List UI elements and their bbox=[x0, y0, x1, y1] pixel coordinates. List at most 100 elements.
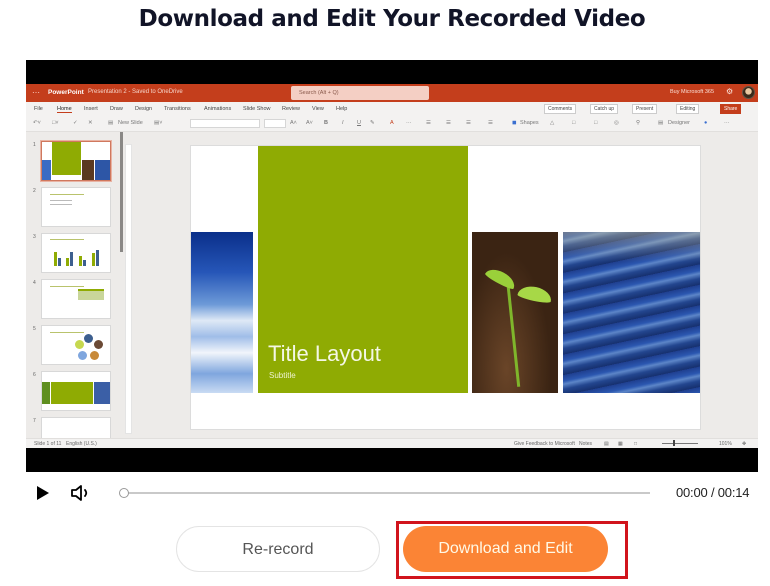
ppt-tab-review: Review bbox=[282, 106, 301, 112]
play-icon bbox=[37, 486, 49, 500]
notes-button: Notes bbox=[579, 441, 593, 447]
ppt-tab-slide-show: Slide Show bbox=[243, 106, 271, 112]
water-image bbox=[563, 232, 700, 393]
volume-icon bbox=[71, 485, 88, 501]
ppt-tab-draw: Draw bbox=[110, 106, 123, 112]
ppt-new-slide-label: New Slide bbox=[118, 120, 143, 126]
avatar bbox=[742, 86, 755, 99]
sprout-image bbox=[472, 232, 558, 393]
ppt-search-box: Search (Alt + Q) bbox=[291, 86, 429, 100]
thumbnail-number: 5 bbox=[33, 326, 36, 332]
paste-icon: □˅ bbox=[52, 120, 59, 126]
thumbnail-number: 1 bbox=[33, 142, 36, 148]
arrange-icon: ◎ bbox=[614, 120, 619, 126]
thumbnail-number: 4 bbox=[33, 280, 36, 286]
zoom-level: 101% bbox=[719, 441, 732, 447]
ppt-tab-help: Help bbox=[336, 106, 348, 112]
player-controls: 00:00 / 00:14 bbox=[0, 472, 770, 514]
shapes-icon: ◼ bbox=[512, 120, 517, 126]
thumbnail-scrollbar bbox=[120, 132, 123, 252]
ppt-title-bar: ⋯ PowerPoint Presentation 2 - Saved to O… bbox=[26, 84, 758, 102]
ppt-comments-button: Comments bbox=[544, 104, 577, 114]
indent-icon: ☰ bbox=[488, 120, 493, 126]
slide-title: Title Layout bbox=[268, 341, 381, 366]
font-name-box bbox=[190, 119, 260, 128]
underline-icon: U bbox=[357, 120, 361, 126]
sprout-leaf bbox=[484, 265, 518, 291]
zoom-slider bbox=[662, 443, 698, 444]
ppt-buy-label: Buy Microsoft 365 bbox=[670, 89, 715, 95]
thumbnail-number: 7 bbox=[33, 418, 36, 424]
dictate-icon: ● bbox=[704, 120, 708, 126]
zoom-slider-thumb bbox=[673, 440, 675, 446]
ppt-document-title: Presentation 2 - Saved to OneDrive bbox=[88, 89, 183, 95]
ppt-tab-transitions: Transitions bbox=[164, 106, 191, 112]
more-icon: ··· bbox=[406, 120, 412, 126]
designer-icon: ▤ bbox=[658, 120, 664, 126]
ppt-designer-label: Designer bbox=[668, 120, 691, 126]
ppt-tab-view: View bbox=[312, 106, 324, 112]
undo-icon: ↶˅ bbox=[33, 120, 41, 126]
italic-icon: I bbox=[342, 120, 344, 126]
video-player[interactable]: ⋯ PowerPoint Presentation 2 - Saved to O… bbox=[26, 60, 758, 472]
ppt-tab-home: Home bbox=[57, 106, 72, 113]
outline-icon: □ bbox=[572, 120, 576, 126]
cut-icon: ✕ bbox=[88, 120, 93, 126]
thumbnail-number: 6 bbox=[33, 372, 36, 378]
fill-icon: △ bbox=[550, 120, 555, 126]
ppt-status-bar: Slide 1 of 11 English (U.S.) Give Feedba… bbox=[26, 438, 758, 448]
slide-canvas: Title Layout Subtitle bbox=[190, 145, 701, 430]
ppt-tab-design: Design bbox=[135, 106, 153, 112]
ppt-present-button: Present bbox=[632, 104, 658, 114]
slide-thumbnail bbox=[41, 233, 111, 273]
slide-thumbnail bbox=[41, 417, 111, 439]
time-display: 00:00 / 00:14 bbox=[676, 485, 750, 500]
vertical-ruler bbox=[125, 144, 132, 434]
powerpoint-recording: ⋯ PowerPoint Presentation 2 - Saved to O… bbox=[26, 84, 758, 448]
ppt-tab-file: File bbox=[34, 106, 43, 112]
new-slide-icon: ▤ bbox=[108, 120, 114, 126]
ppt-ribbon: ↶˅ □˅ ✓ ✕ ▤ New Slide ▤˅ A˄ A˅ B I U ✎ A… bbox=[26, 116, 758, 132]
fit-slide-icon: ✥ bbox=[742, 441, 747, 447]
volume-button[interactable] bbox=[70, 484, 92, 502]
slide-subtitle: Subtitle bbox=[269, 371, 296, 380]
slide-thumbnail bbox=[41, 371, 111, 411]
overflow-icon: ··· bbox=[724, 120, 730, 126]
ppt-catch-up-button: Catch up bbox=[590, 104, 619, 114]
format-painter-icon: ✓ bbox=[73, 120, 78, 126]
ppt-menu-bar: File Home Insert Draw Design Transitions… bbox=[26, 102, 758, 116]
progress-track[interactable] bbox=[124, 492, 650, 494]
rerecord-button[interactable]: Re-record bbox=[176, 526, 380, 572]
play-button[interactable] bbox=[36, 485, 50, 501]
download-and-edit-button[interactable]: Download and Edit bbox=[403, 526, 608, 572]
ppt-editing-button: Editing bbox=[676, 104, 700, 114]
slide-counter: Slide 1 of 11 bbox=[34, 441, 62, 447]
thumbnail-number: 3 bbox=[33, 234, 36, 240]
slide-thumbnail bbox=[41, 325, 111, 365]
shrink-font-icon: A˅ bbox=[306, 120, 313, 126]
slide-thumbnail bbox=[41, 187, 111, 227]
normal-view-icon: ▤ bbox=[604, 441, 609, 447]
ppt-tab-insert: Insert bbox=[84, 106, 98, 112]
sky-image bbox=[191, 232, 253, 393]
ppt-search-placeholder: Search (Alt + Q) bbox=[299, 90, 339, 96]
slide-thumbnails-pane: 1 2 3 4 5 6 7 bbox=[26, 132, 122, 439]
find-icon: ⚲ bbox=[636, 120, 641, 126]
numbering-icon: ☰ bbox=[446, 120, 451, 126]
ppt-share-button: Share bbox=[720, 104, 742, 114]
bullets-icon: ☰ bbox=[426, 120, 431, 126]
sprout-leaf bbox=[516, 283, 554, 305]
language-indicator: English (U.S.) bbox=[66, 441, 97, 447]
align-icon: ☰ bbox=[466, 120, 471, 126]
slide-thumbnail bbox=[41, 279, 111, 319]
layout-icon: ▤˅ bbox=[154, 120, 163, 126]
app-launcher-icon: ⋯ bbox=[32, 88, 40, 97]
ppt-shapes-label: Shapes bbox=[520, 120, 539, 126]
bold-icon: B bbox=[324, 120, 328, 126]
page-title: Download and Edit Your Recorded Video bbox=[138, 6, 646, 32]
font-color-icon: A bbox=[390, 120, 394, 126]
thumbnail-number: 2 bbox=[33, 188, 36, 194]
progress-thumb[interactable] bbox=[119, 488, 129, 498]
grow-font-icon: A˄ bbox=[290, 120, 297, 126]
feedback-link: Give Feedback to Microsoft bbox=[514, 441, 575, 447]
